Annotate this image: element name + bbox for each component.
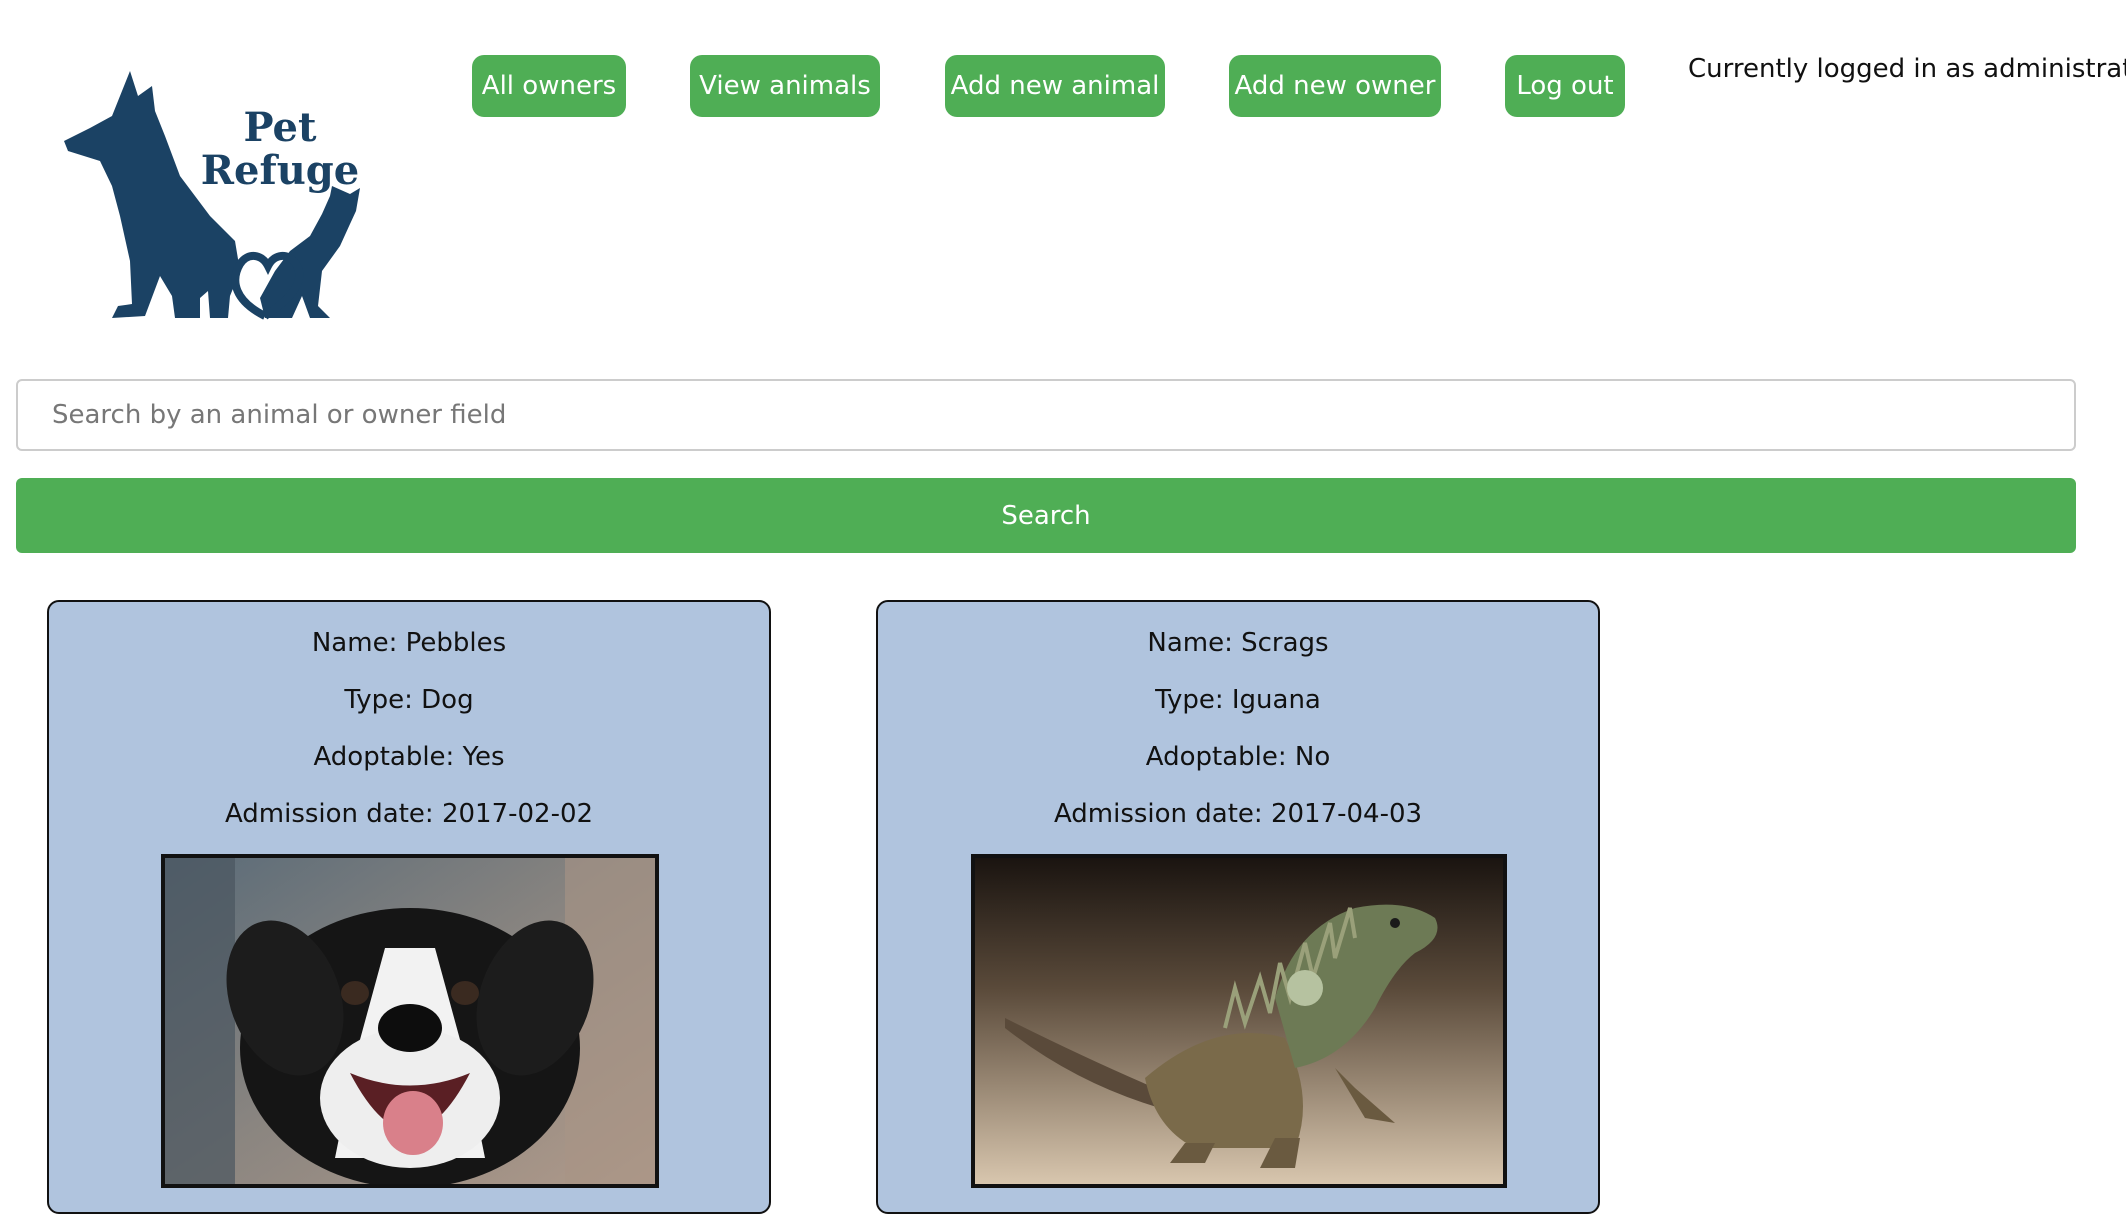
- dog-cat-heart-logo-icon: Pet Refuge: [64, 71, 360, 320]
- search-input[interactable]: [16, 379, 2076, 451]
- animal-name: Name: Pebbles: [311, 628, 507, 658]
- view-animals-button[interactable]: View animals: [690, 55, 880, 117]
- all-owners-button[interactable]: All owners: [472, 55, 626, 117]
- page: Pet Refuge All owners View animals Add n…: [0, 0, 2126, 1232]
- add-new-animal-button[interactable]: Add new animal: [945, 55, 1165, 117]
- animal-adoptable: Adoptable: No: [1145, 742, 1331, 772]
- logo-text-line2: Refuge: [201, 147, 359, 194]
- animal-admission-date: Admission date: 2017-02-02: [224, 799, 594, 829]
- pet-refuge-logo[interactable]: Pet Refuge: [60, 66, 390, 326]
- login-status-text: Currently logged in as administrator: [1688, 54, 2126, 84]
- add-new-owner-button[interactable]: Add new owner: [1229, 55, 1441, 117]
- animal-photo-dog[interactable]: [161, 854, 659, 1188]
- animal-name: Name: Scrags: [1147, 628, 1329, 658]
- animal-type: Type: Iguana: [1155, 685, 1321, 715]
- animal-card-scrags[interactable]: Name: Scrags Type: Iguana Adoptable: No …: [876, 600, 1600, 1214]
- dog-photo: [165, 858, 655, 1184]
- search-button[interactable]: Search: [16, 478, 2076, 553]
- animal-card-pebbles[interactable]: Name: Pebbles Type: Dog Adoptable: Yes A…: [47, 600, 771, 1214]
- logo-text-line1: Pet: [244, 104, 317, 151]
- iguana-photo: [975, 858, 1503, 1184]
- animal-admission-date: Admission date: 2017-04-03: [1053, 799, 1423, 829]
- animal-adoptable: Adoptable: Yes: [313, 742, 505, 772]
- animal-photo-iguana[interactable]: [971, 854, 1507, 1188]
- log-out-button[interactable]: Log out: [1505, 55, 1625, 117]
- animal-type: Type: Dog: [344, 685, 474, 715]
